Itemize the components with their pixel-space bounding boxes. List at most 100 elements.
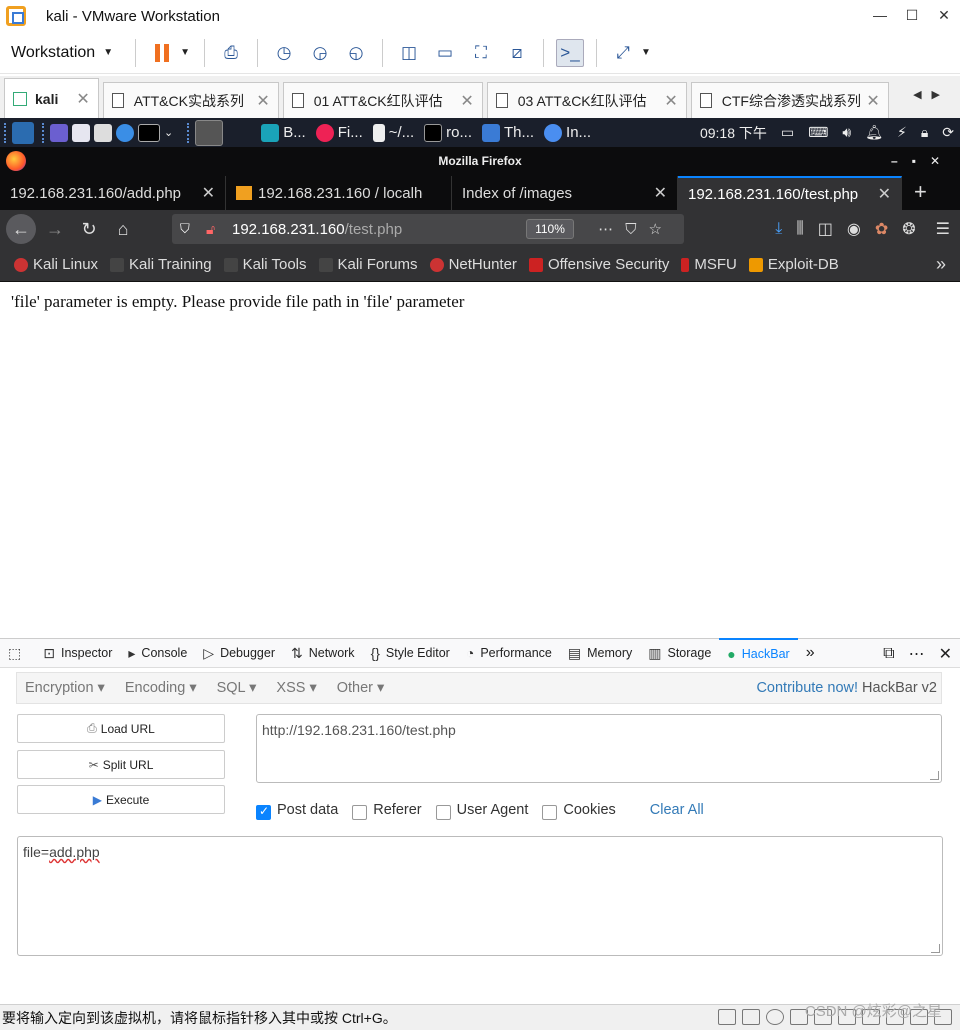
task-item[interactable]: In... bbox=[544, 123, 591, 142]
revert-snapshot-button[interactable]: ◶ bbox=[306, 39, 334, 67]
sidebar-icon[interactable]: ◫ bbox=[818, 219, 833, 239]
task-item[interactable]: B... bbox=[261, 123, 306, 142]
execute-button[interactable]: ▶ Execute bbox=[17, 785, 225, 814]
shield-icon[interactable]: ⛉ bbox=[180, 221, 190, 237]
thumbnail-bar-button[interactable]: ▭ bbox=[431, 39, 459, 67]
console-view-button[interactable]: >_ bbox=[556, 38, 584, 67]
vm-tab[interactable]: 03 ATT&CK红队评估 ✕ bbox=[486, 82, 687, 118]
browser-icon[interactable] bbox=[116, 123, 134, 142]
browser-tab[interactable]: 192.168.231.160 / localho bbox=[226, 176, 452, 210]
lock-icon[interactable]: 🔒︎ bbox=[921, 124, 928, 141]
kali-menu-icon[interactable] bbox=[12, 121, 34, 144]
close-icon[interactable]: ✕ bbox=[939, 644, 952, 664]
display-icon[interactable]: ▭ bbox=[781, 124, 794, 141]
stretch-guest-button[interactable]: ⤢ bbox=[609, 39, 637, 67]
close-icon[interactable]: ✕ bbox=[664, 91, 677, 111]
show-desktop-icon[interactable] bbox=[50, 123, 68, 142]
firefox-task-icon[interactable] bbox=[195, 119, 224, 146]
browser-tab[interactable]: Index of /images ✕ bbox=[452, 176, 678, 210]
vm-tab-kali[interactable]: kali ✕ bbox=[4, 78, 99, 118]
tab-storage[interactable]: ▥ Storage bbox=[640, 638, 719, 668]
vm-tab[interactable]: CTF综合渗透实战系列 ✕ bbox=[690, 82, 889, 118]
resize-handle[interactable] bbox=[931, 944, 940, 953]
tabs-overflow-button[interactable]: » bbox=[798, 638, 823, 668]
back-button[interactable]: ← bbox=[6, 214, 36, 244]
menu-other[interactable]: Other ▾ bbox=[337, 680, 385, 696]
post-data-textarea[interactable]: file=add.php bbox=[17, 836, 943, 956]
bookmark-item[interactable]: Offensive Security bbox=[528, 256, 669, 273]
cd-icon[interactable] bbox=[766, 1009, 784, 1025]
logout-icon[interactable]: ⟳ bbox=[942, 124, 954, 141]
bookmark-item[interactable]: Kali Forums bbox=[318, 256, 418, 273]
bookmarks-overflow-icon[interactable]: » bbox=[936, 254, 946, 275]
forward-button[interactable]: → bbox=[40, 214, 70, 244]
dock-icon[interactable]: ⧉ bbox=[883, 645, 894, 663]
task-item[interactable]: ~/... bbox=[372, 123, 414, 142]
tab-console[interactable]: ▸ Console bbox=[120, 638, 195, 668]
extension-icon[interactable]: ✿ bbox=[875, 219, 888, 239]
fullscreen-button[interactable]: ⛶ bbox=[467, 39, 495, 67]
checkbox[interactable] bbox=[352, 804, 368, 820]
tab-debugger[interactable]: ▷ Debugger bbox=[195, 638, 283, 668]
url-bar[interactable]: ⛉ 🔓︎ 192.168.231.160/test.php 110% ⋯⛉☆ bbox=[172, 214, 684, 244]
home-button[interactable]: ⌂ bbox=[108, 214, 138, 244]
close-icon[interactable]: ✕ bbox=[654, 183, 667, 203]
file-manager-icon[interactable] bbox=[72, 123, 90, 142]
chevron-down-icon[interactable]: ⌄ bbox=[164, 126, 173, 139]
workstation-menu[interactable]: Workstation bbox=[11, 44, 95, 62]
element-picker-button[interactable]: ⬚ bbox=[0, 638, 35, 668]
tab-network[interactable]: ⇅ Network bbox=[283, 638, 363, 668]
power-manager-icon[interactable]: ⚡︎ bbox=[897, 124, 907, 141]
load-url-button[interactable]: ⎙ Load URL bbox=[17, 714, 225, 743]
pause-vm-button[interactable] bbox=[148, 39, 176, 67]
hdd-icon[interactable] bbox=[718, 1009, 736, 1025]
user-agent-checkbox[interactable]: User Agent bbox=[435, 802, 528, 820]
terminal-icon[interactable] bbox=[138, 123, 160, 142]
referer-checkbox[interactable]: Referer bbox=[352, 802, 422, 820]
menu-encoding[interactable]: Encoding ▾ bbox=[125, 680, 197, 696]
tab-performance[interactable]: ◔ Performance bbox=[458, 638, 560, 668]
menu-sql[interactable]: SQL ▾ bbox=[217, 680, 257, 696]
account-icon[interactable]: ◉ bbox=[847, 219, 861, 239]
task-item[interactable]: Th... bbox=[482, 123, 534, 142]
zoom-level[interactable]: 110% bbox=[526, 219, 574, 239]
library-icon[interactable]: ⫼ bbox=[796, 220, 803, 238]
maximize-icon[interactable]: ☐ bbox=[896, 0, 928, 32]
tab-hackbar[interactable]: ● HackBar bbox=[719, 638, 798, 668]
menu-xss[interactable]: XSS ▾ bbox=[276, 680, 316, 696]
close-icon[interactable]: ✕ bbox=[202, 183, 215, 203]
vm-tab[interactable]: ATT&CK实战系列 ✕ bbox=[102, 82, 279, 118]
notification-bell-icon[interactable]: 🔔︎ bbox=[865, 124, 883, 141]
close-icon[interactable]: ✕ bbox=[866, 91, 879, 111]
send-keys-button[interactable]: ⎙ bbox=[217, 39, 245, 67]
resize-handle[interactable] bbox=[930, 771, 939, 780]
snapshot-button[interactable]: ◷ bbox=[270, 39, 298, 67]
menu-encryption[interactable]: Encryption ▾ bbox=[25, 680, 105, 696]
tab-inspector[interactable]: ⊡ Inspector bbox=[35, 638, 120, 668]
bookmark-item[interactable]: Kali Linux bbox=[14, 256, 98, 273]
minimize-icon[interactable]: — bbox=[864, 0, 896, 32]
bookmark-item[interactable]: MSFU bbox=[681, 256, 737, 273]
post-data-checkbox[interactable]: Post data bbox=[256, 802, 338, 820]
tab-style-editor[interactable]: {} Style Editor bbox=[363, 638, 458, 668]
checkbox-checked[interactable] bbox=[256, 804, 271, 820]
close-icon[interactable]: ✕ bbox=[76, 89, 89, 109]
close-icon[interactable]: ✕ bbox=[928, 0, 960, 32]
snapshot-manager-button[interactable]: ◵ bbox=[342, 39, 370, 67]
bookmark-item[interactable]: Exploit-DB bbox=[748, 256, 839, 273]
cookie-icon[interactable]: ❂ bbox=[902, 219, 915, 239]
chevron-down-icon[interactable]: ▼ bbox=[180, 47, 190, 58]
cookies-checkbox[interactable]: Cookies bbox=[542, 802, 616, 820]
new-tab-button[interactable]: + bbox=[914, 176, 927, 210]
chevron-down-icon[interactable]: ▼ bbox=[641, 47, 651, 58]
vm-tab[interactable]: 01 ATT&CK红队评估 ✕ bbox=[282, 82, 483, 118]
clock[interactable]: 09:18 下午 bbox=[700, 123, 767, 143]
browser-tab-active[interactable]: 192.168.231.160/test.php ✕ bbox=[678, 176, 902, 210]
keyboard-icon[interactable]: ⌨ bbox=[808, 124, 828, 141]
hdd-icon[interactable] bbox=[742, 1009, 760, 1025]
firefox-window-controls[interactable]: –▪✕ bbox=[891, 147, 954, 176]
task-item[interactable]: Fi... bbox=[315, 123, 363, 142]
bookmark-item[interactable]: NetHunter bbox=[429, 256, 517, 273]
reload-button[interactable]: ↻ bbox=[74, 214, 104, 244]
clear-all-link[interactable]: Clear All bbox=[650, 802, 704, 818]
